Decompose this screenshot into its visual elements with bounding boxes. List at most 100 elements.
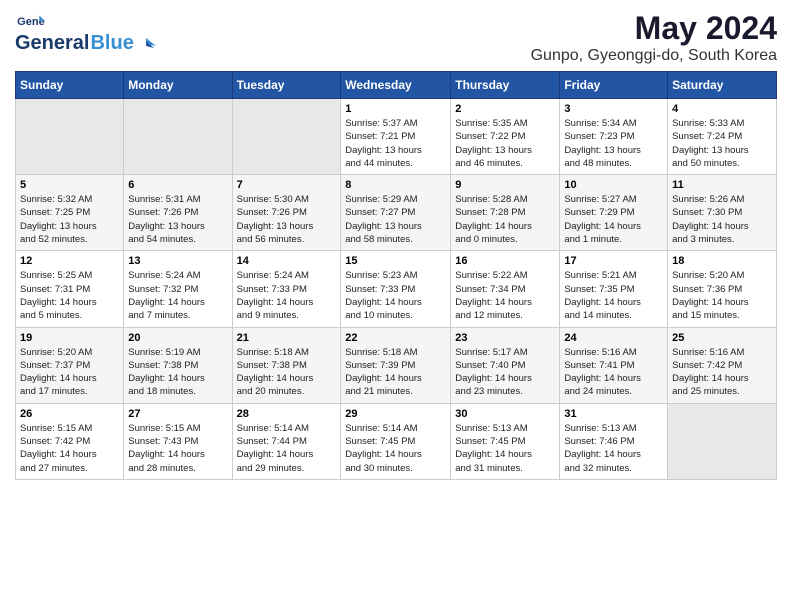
day-number: 31 (564, 408, 663, 420)
weekday-header-saturday: Saturday (668, 72, 777, 99)
day-info: Sunrise: 5:13 AMSunset: 7:45 PMDaylight:… (455, 422, 555, 475)
calendar-cell: 4 Sunrise: 5:33 AMSunset: 7:24 PMDaylight… (668, 99, 777, 175)
calendar-cell (16, 99, 124, 175)
day-number: 20 (128, 332, 227, 344)
day-number: 29 (345, 408, 446, 420)
day-number: 28 (237, 408, 337, 420)
weekday-header-thursday: Thursday (451, 72, 560, 99)
calendar-cell: 22Sunrise: 5:18 AMSunset: 7:39 PMDayligh… (341, 327, 451, 403)
day-info: Sunrise: 5:15 AMSunset: 7:43 PMDaylight:… (128, 422, 227, 475)
day-number: 4 (672, 103, 772, 115)
day-number: 12 (20, 255, 119, 267)
calendar-cell: 9Sunrise: 5:28 AMSunset: 7:28 PMDaylight… (451, 175, 560, 251)
calendar-cell: 30 Sunrise: 5:13 AMSunset: 7:45 PMDayligh… (451, 403, 560, 479)
calendar-cell: 25Sunrise: 5:16 AMSunset: 7:42 PMDayligh… (668, 327, 777, 403)
day-info: Sunrise: 5:21 AMSunset: 7:35 PMDaylight:… (564, 269, 663, 322)
day-info: Sunrise: 5:26 AMSunset: 7:30 PMDaylight:… (672, 193, 772, 246)
calendar-week-row-2: 12 Sunrise: 5:25 AMSunset: 7:31 PMDayligh… (16, 251, 777, 327)
day-info: Sunrise: 5:14 AMSunset: 7:44 PMDaylight:… (237, 422, 337, 475)
day-info: Sunrise: 5:19 AMSunset: 7:38 PMDaylight:… (128, 346, 227, 399)
logo-blue-text: Blue (90, 32, 133, 55)
calendar-cell: 2Sunrise: 5:35 AMSunset: 7:22 PMDaylight… (451, 99, 560, 175)
calendar-cell: 23 Sunrise: 5:17 AMSunset: 7:40 PMDayligh… (451, 327, 560, 403)
day-info: Sunrise: 5:24 AMSunset: 7:33 PMDaylight:… (237, 269, 337, 322)
day-info: Sunrise: 5:28 AMSunset: 7:28 PMDaylight:… (455, 193, 555, 246)
day-info: Sunrise: 5:18 AMSunset: 7:38 PMDaylight:… (237, 346, 337, 399)
calendar-cell: 17Sunrise: 5:21 AMSunset: 7:35 PMDayligh… (560, 251, 668, 327)
day-number: 27 (128, 408, 227, 420)
day-number: 30 (455, 408, 555, 420)
day-info: Sunrise: 5:27 AMSunset: 7:29 PMDaylight:… (564, 193, 663, 246)
day-number: 11 (672, 179, 772, 191)
calendar-cell: 10 Sunrise: 5:27 AMSunset: 7:29 PMDayligh… (560, 175, 668, 251)
weekday-header-friday: Friday (560, 72, 668, 99)
day-number: 23 (455, 332, 555, 344)
day-info: Sunrise: 5:23 AMSunset: 7:33 PMDaylight:… (345, 269, 446, 322)
logo-icon: General (17, 14, 45, 32)
logo: General GeneralBlue (15, 14, 156, 55)
calendar-cell: 27 Sunrise: 5:15 AMSunset: 7:43 PMDayligh… (124, 403, 232, 479)
day-info: Sunrise: 5:25 AMSunset: 7:31 PMDaylight:… (20, 269, 119, 322)
calendar-week-row-1: 5 Sunrise: 5:32 AMSunset: 7:25 PMDaylight… (16, 175, 777, 251)
day-number: 10 (564, 179, 663, 191)
day-number: 18 (672, 255, 772, 267)
calendar-cell: 28 Sunrise: 5:14 AMSunset: 7:44 PMDayligh… (232, 403, 341, 479)
day-info: Sunrise: 5:17 AMSunset: 7:40 PMDaylight:… (455, 346, 555, 399)
day-info: Sunrise: 5:14 AMSunset: 7:45 PMDaylight:… (345, 422, 446, 475)
day-info: Sunrise: 5:13 AMSunset: 7:46 PMDaylight:… (564, 422, 663, 475)
day-info: Sunrise: 5:37 AMSunset: 7:21 PMDaylight:… (345, 117, 446, 170)
day-number: 26 (20, 408, 119, 420)
day-info: Sunrise: 5:22 AMSunset: 7:34 PMDaylight:… (455, 269, 555, 322)
calendar-cell: 31 Sunrise: 5:13 AMSunset: 7:46 PMDayligh… (560, 403, 668, 479)
day-info: Sunrise: 5:15 AMSunset: 7:42 PMDaylight:… (20, 422, 119, 475)
calendar-week-row-4: 26 Sunrise: 5:15 AMSunset: 7:42 PMDayligh… (16, 403, 777, 479)
day-number: 16 (455, 255, 555, 267)
calendar-table: SundayMondayTuesdayWednesdayThursdayFrid… (15, 71, 777, 480)
calendar-cell (232, 99, 341, 175)
calendar-cell: 1 Sunrise: 5:37 AMSunset: 7:21 PMDaylight… (341, 99, 451, 175)
calendar-cell: 12 Sunrise: 5:25 AMSunset: 7:31 PMDayligh… (16, 251, 124, 327)
calendar-cell: 24 Sunrise: 5:16 AMSunset: 7:41 PMDayligh… (560, 327, 668, 403)
weekday-header-monday: Monday (124, 72, 232, 99)
day-number: 8 (345, 179, 446, 191)
calendar-cell: 11 Sunrise: 5:26 AMSunset: 7:30 PMDayligh… (668, 175, 777, 251)
calendar-cell: 8 Sunrise: 5:29 AMSunset: 7:27 PMDaylight… (341, 175, 451, 251)
day-info: Sunrise: 5:34 AMSunset: 7:23 PMDaylight:… (564, 117, 663, 170)
calendar-cell: 5 Sunrise: 5:32 AMSunset: 7:25 PMDaylight… (16, 175, 124, 251)
calendar-week-row-3: 19Sunrise: 5:20 AMSunset: 7:37 PMDayligh… (16, 327, 777, 403)
day-info: Sunrise: 5:33 AMSunset: 7:24 PMDaylight:… (672, 117, 772, 170)
day-info: Sunrise: 5:32 AMSunset: 7:25 PMDaylight:… (20, 193, 119, 246)
day-info: Sunrise: 5:29 AMSunset: 7:27 PMDaylight:… (345, 193, 446, 246)
weekday-header-tuesday: Tuesday (232, 72, 341, 99)
day-number: 19 (20, 332, 119, 344)
day-number: 7 (237, 179, 337, 191)
weekday-header-sunday: Sunday (16, 72, 124, 99)
day-number: 24 (564, 332, 663, 344)
day-info: Sunrise: 5:30 AMSunset: 7:26 PMDaylight:… (237, 193, 337, 246)
day-info: Sunrise: 5:31 AMSunset: 7:26 PMDaylight:… (128, 193, 227, 246)
title-area: May 2024 Gunpo, Gyeonggi-do, South Korea (531, 10, 777, 65)
calendar-cell: 15 Sunrise: 5:23 AMSunset: 7:33 PMDayligh… (341, 251, 451, 327)
calendar-cell: 3Sunrise: 5:34 AMSunset: 7:23 PMDaylight… (560, 99, 668, 175)
day-number: 1 (345, 103, 446, 115)
day-info: Sunrise: 5:16 AMSunset: 7:41 PMDaylight:… (564, 346, 663, 399)
day-number: 15 (345, 255, 446, 267)
calendar-cell: 14Sunrise: 5:24 AMSunset: 7:33 PMDayligh… (232, 251, 341, 327)
month-year-title: May 2024 (531, 10, 777, 47)
calendar-cell (124, 99, 232, 175)
header: General GeneralBlue May 2024 Gunpo, Gyeo… (15, 10, 777, 65)
day-info: Sunrise: 5:20 AMSunset: 7:36 PMDaylight:… (672, 269, 772, 322)
calendar-cell: 16 Sunrise: 5:22 AMSunset: 7:34 PMDayligh… (451, 251, 560, 327)
calendar-cell: 18 Sunrise: 5:20 AMSunset: 7:36 PMDayligh… (668, 251, 777, 327)
calendar-cell: 20 Sunrise: 5:19 AMSunset: 7:38 PMDayligh… (124, 327, 232, 403)
calendar-cell: 29 Sunrise: 5:14 AMSunset: 7:45 PMDayligh… (341, 403, 451, 479)
weekday-header-row: SundayMondayTuesdayWednesdayThursdayFrid… (16, 72, 777, 99)
day-info: Sunrise: 5:18 AMSunset: 7:39 PMDaylight:… (345, 346, 446, 399)
calendar-cell: 26 Sunrise: 5:15 AMSunset: 7:42 PMDayligh… (16, 403, 124, 479)
day-number: 6 (128, 179, 227, 191)
calendar-cell: 19Sunrise: 5:20 AMSunset: 7:37 PMDayligh… (16, 327, 124, 403)
day-number: 2 (455, 103, 555, 115)
calendar-cell: 6 Sunrise: 5:31 AMSunset: 7:26 PMDaylight… (124, 175, 232, 251)
logo-bird-icon (136, 36, 156, 52)
day-number: 5 (20, 179, 119, 191)
